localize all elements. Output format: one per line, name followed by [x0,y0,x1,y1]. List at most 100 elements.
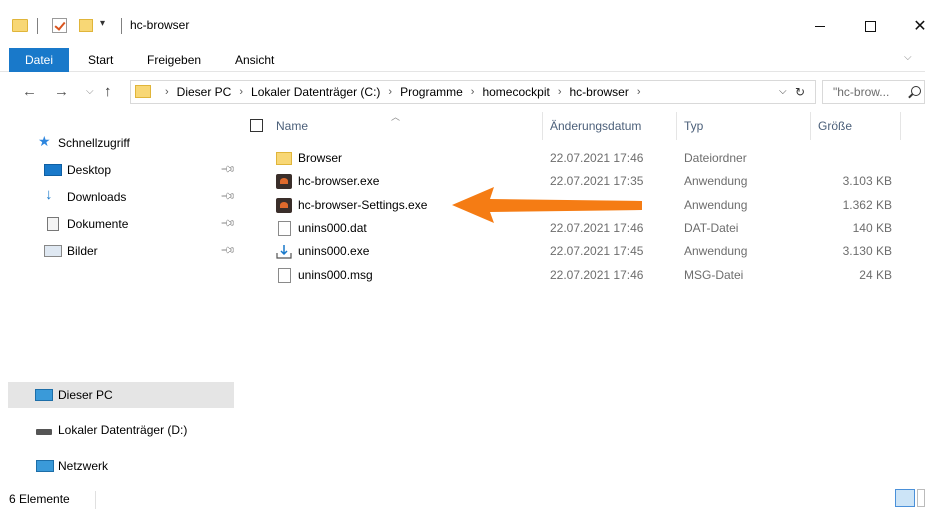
breadcrumb-separator-icon[interactable]: › [165,81,169,103]
tab-start[interactable]: Start [88,48,113,72]
file-icon [278,221,291,236]
breadcrumb-separator-icon[interactable]: › [471,81,475,103]
tab-datei[interactable]: Datei [9,48,69,72]
separator [121,18,122,34]
maximize-button[interactable] [847,12,893,40]
sidebar-item-bilder[interactable]: Bilder 📌︎ [0,239,236,263]
breadcrumb-drive-c[interactable]: Lokaler Datenträger (C:) [251,81,380,103]
sidebar-item-desktop[interactable]: Desktop 📌︎ [0,158,236,182]
sidebar-item-schnellzugriff[interactable]: ★ Schnellzugriff [0,131,236,155]
refresh-icon[interactable]: ↻ [795,81,805,103]
minimize-icon [815,25,825,27]
column-header-date[interactable]: Änderungsdatum [550,119,641,133]
file-row-browser[interactable]: Browser 22.07.2021 17:46 Dateiordner [236,147,925,170]
file-date: 22.07.2021 17:46 [550,268,644,282]
file-type: Anwendung [684,198,748,212]
sidebar-item-dokumente[interactable]: Dokumente 📌︎ [0,212,236,236]
file-size: 3.130 KB [842,244,892,258]
address-bar[interactable]: › Dieser PC › Lokaler Datenträger (C:) ›… [130,80,816,104]
column-divider[interactable] [542,112,543,140]
file-size: 140 KB [852,221,892,235]
file-type: DAT-Datei [684,221,739,235]
tab-freigeben[interactable]: Freigeben [147,48,201,72]
column-divider[interactable] [900,112,901,140]
file-size: 24 KB [859,268,892,282]
expand-ribbon-chevron-icon[interactable]: ⌵ [904,52,912,63]
maximize-icon [864,20,876,32]
sidebar-item-netzwerk[interactable]: Netzwerk [0,454,236,478]
customize-quick-access-dropdown[interactable]: ▾ [100,18,105,34]
file-type: Anwendung [684,244,748,258]
separator [37,18,38,34]
item-count: 6 Elemente [9,492,70,506]
app-icon [276,174,292,189]
column-divider[interactable] [810,112,811,140]
file-row-unins000-msg[interactable]: unins000.msg 22.07.2021 17:46 MSG-Datei … [236,264,925,287]
recent-locations-chevron-icon[interactable]: ⌵ [86,81,94,103]
title-bar: ▾ hc-browser ✕ [0,0,925,44]
column-header-type[interactable]: Typ [684,119,703,133]
breadcrumb-hc-browser[interactable]: hc-browser [570,81,629,103]
new-folder-icon[interactable] [79,19,93,32]
desktop-icon [44,164,62,176]
file-size: 1.362 KB [842,198,892,212]
downloads-icon: ↓ [45,186,53,203]
file-name: hc-browser.exe [298,174,380,188]
forward-arrow-icon[interactable]: → [54,81,69,103]
setup-icon [276,245,292,259]
file-list: ︿ Name Änderungsdatum Typ Größe Browser … [236,110,925,486]
tab-ansicht[interactable]: Ansicht [235,48,274,72]
file-icon [278,268,291,283]
breadcrumb-separator-icon[interactable]: › [239,81,243,103]
window-title: hc-browser [130,18,190,32]
minimize-button[interactable] [797,12,843,40]
search-icon [911,86,921,96]
breadcrumb-programme[interactable]: Programme [400,81,463,103]
sidebar-item-downloads[interactable]: ↓ Downloads 📌︎ [0,185,236,209]
sidebar-item-label: Dieser PC [58,388,113,402]
pictures-icon [44,245,62,257]
file-date: 22.07.2021 17:46 [550,151,644,165]
column-header-row: ︿ Name Änderungsdatum Typ Größe [236,110,925,142]
breadcrumb-separator-icon[interactable]: › [558,81,562,103]
breadcrumb-separator-icon[interactable]: › [637,81,641,103]
sidebar-item-label: Schnellzugriff [58,136,130,150]
file-size: 3.103 KB [842,174,892,188]
file-name: unins000.dat [298,221,367,235]
sidebar-item-drive-d[interactable]: Lokaler Datenträger (D:) [0,418,236,442]
file-name: hc-browser-Settings.exe [298,198,428,212]
ribbon-tabs: Datei Start Freigeben Ansicht ⌵ [0,48,925,72]
details-view-icon[interactable] [895,489,915,507]
column-header-size[interactable]: Größe [818,119,852,133]
up-arrow-icon[interactable]: ↑ [104,81,112,103]
separator [95,491,96,509]
select-all-checkbox[interactable] [250,119,263,132]
folder-icon [12,19,28,32]
sidebar-item-dieser-pc[interactable]: Dieser PC [8,382,234,408]
sort-ascending-icon: ︿ [391,112,401,122]
breadcrumb-dieser-pc[interactable]: Dieser PC [177,81,232,103]
navigation-bar: ← → ⌵ ↑ › Dieser PC › Lokaler Datenträge… [0,78,925,106]
network-icon [36,460,54,472]
back-arrow-icon[interactable]: ← [22,81,37,103]
large-icons-view-icon[interactable] [917,489,925,507]
file-name: Browser [298,151,343,165]
column-divider[interactable] [676,112,677,140]
file-type: Anwendung [684,174,748,188]
drive-icon [36,429,52,435]
close-button[interactable]: ✕ [897,12,925,40]
file-name: unins000.exe [298,244,370,258]
file-row-unins000-exe[interactable]: unins000.exe 22.07.2021 17:45 Anwendung … [236,240,925,263]
address-history-dropdown-icon[interactable]: ⌵ [779,81,787,103]
properties-icon[interactable] [52,18,67,33]
column-header-name[interactable]: Name [276,119,308,133]
breadcrumb-homecockpit[interactable]: homecockpit [482,81,549,103]
annotation-arrow-icon [452,187,642,223]
computer-icon [35,389,53,401]
search-input[interactable]: "hc-brow... [822,80,925,104]
breadcrumb-separator-icon[interactable]: › [388,81,392,103]
sidebar-item-label: Downloads [67,190,127,204]
file-type: Dateiordner [684,151,747,165]
folder-icon [276,152,292,165]
file-date: 22.07.2021 17:45 [550,244,644,258]
